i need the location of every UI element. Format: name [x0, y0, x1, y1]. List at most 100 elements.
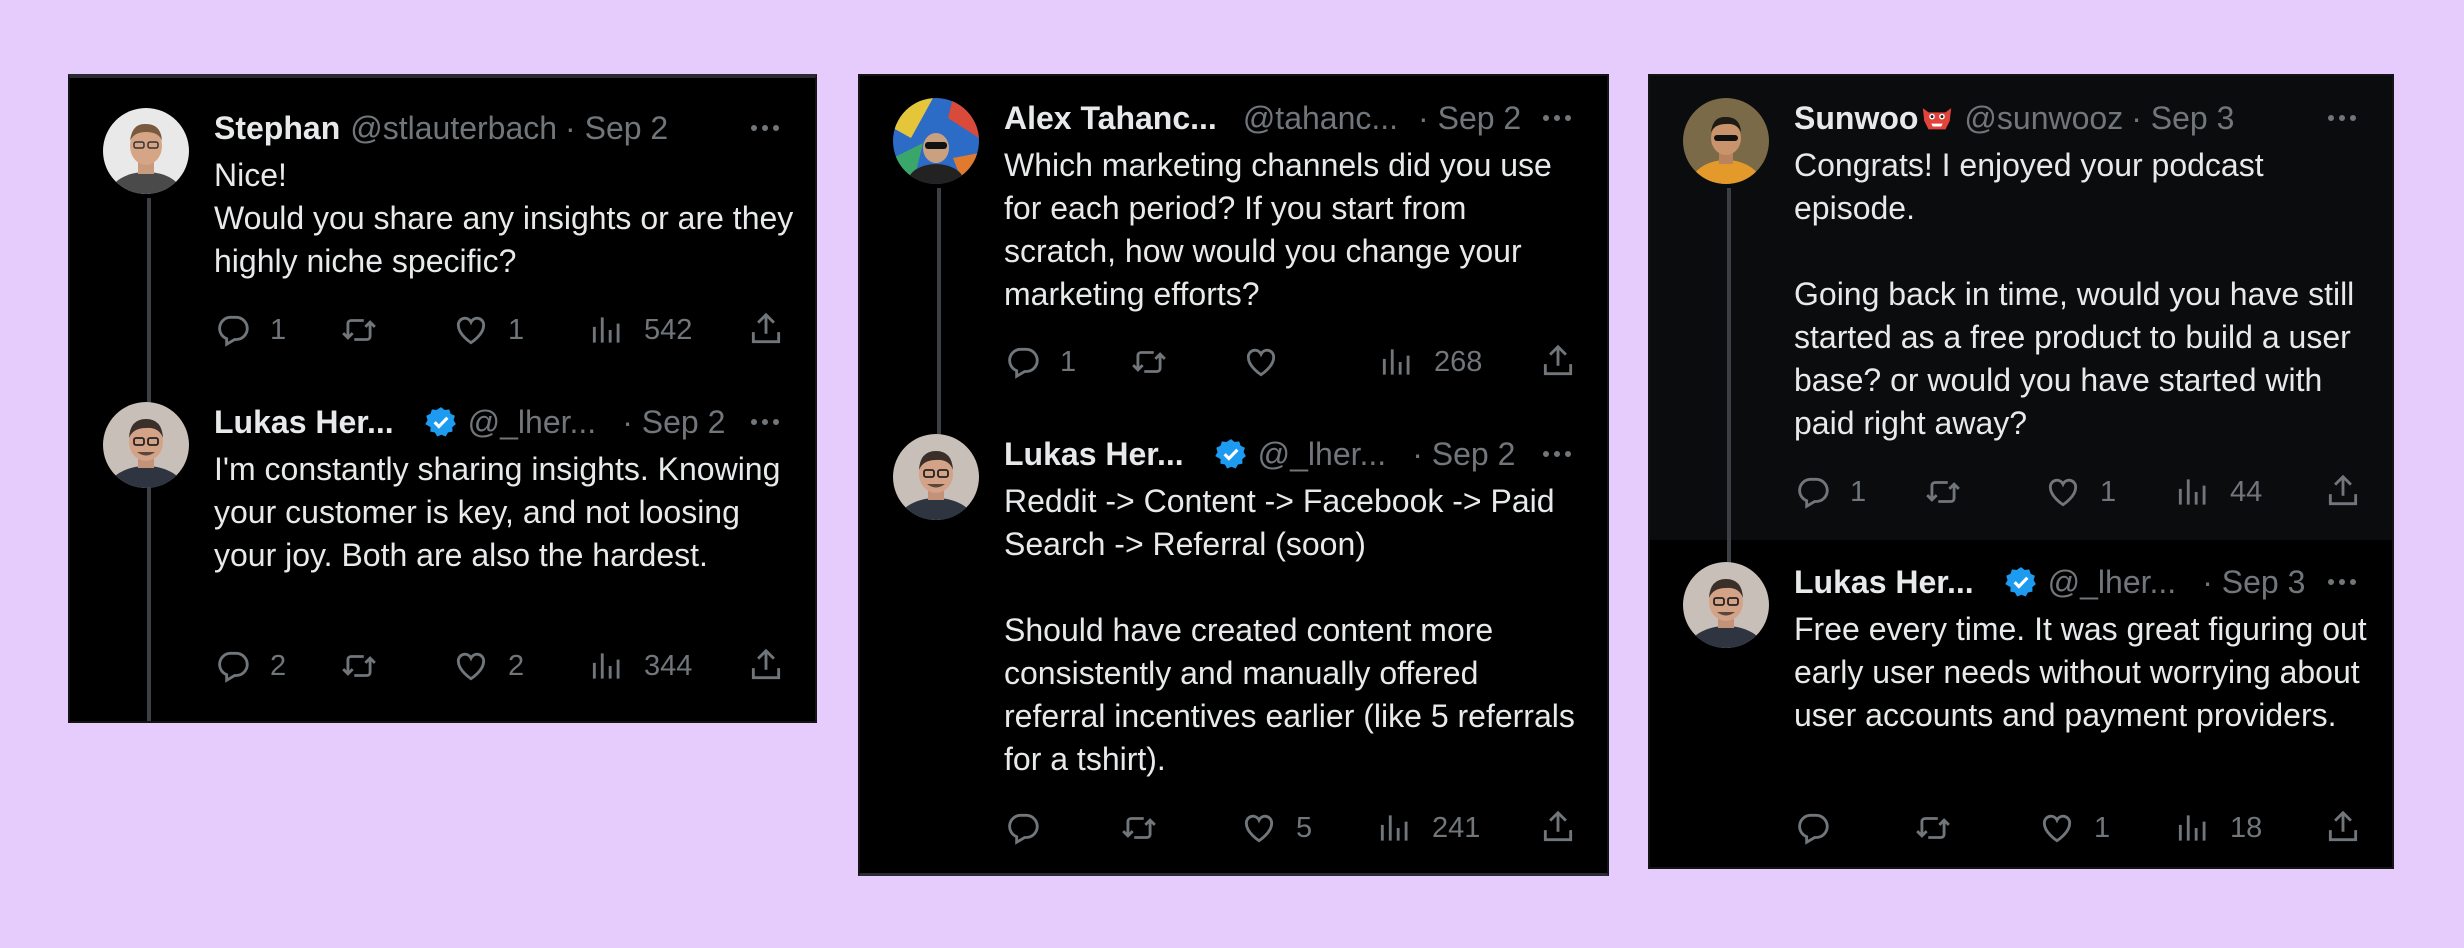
more-options-icon[interactable]: [1537, 98, 1577, 138]
like-count: 1: [508, 313, 525, 346]
share-button[interactable]: [1539, 342, 1577, 380]
tweet-text: I'm constantly sharing insights. Knowing…: [214, 451, 781, 573]
share-icon: [2328, 810, 2358, 842]
reply-button[interactable]: 1: [214, 310, 286, 350]
heart-icon: [2042, 814, 2072, 843]
like-button[interactable]: [1242, 342, 1298, 382]
like-count: 5: [1296, 811, 1313, 844]
like-count: 2: [508, 649, 525, 682]
share-icon: [2328, 474, 2358, 506]
more-options-icon[interactable]: [745, 108, 785, 148]
tweet-actions: 1 268: [1004, 342, 1577, 382]
like-count: 1: [2094, 811, 2111, 844]
like-button[interactable]: 1: [452, 310, 524, 350]
like-button[interactable]: 5: [1240, 808, 1312, 848]
like-button[interactable]: 1: [2044, 472, 2116, 512]
retweet-button[interactable]: [340, 310, 396, 350]
tweet-header: Alex Tahanc... @tahanc... · Sep 2: [1004, 98, 1577, 138]
retweet-button[interactable]: [1130, 342, 1186, 382]
heart-icon: [1246, 348, 1276, 377]
reply-button[interactable]: 1: [1794, 472, 1866, 512]
author-name[interactable]: Sunwoo: [1794, 98, 1918, 138]
heart-icon: [2048, 478, 2078, 507]
retweet-button[interactable]: [1120, 808, 1176, 848]
retweet-button[interactable]: [1924, 472, 1980, 512]
tweet-text: Reddit -> Content -> Facebook -> Paid Se…: [1004, 483, 1575, 777]
reply-button[interactable]: 1: [1004, 342, 1076, 382]
retweet-icon: [1132, 351, 1166, 373]
share-button[interactable]: [2324, 472, 2362, 510]
tweet-actions: 1 18: [1794, 808, 2362, 848]
share-button[interactable]: [747, 646, 785, 684]
retweet-icon: [342, 655, 376, 677]
tweet-date[interactable]: · Sep 3: [2131, 98, 2234, 138]
avatar[interactable]: [1683, 98, 1769, 184]
tweet-date[interactable]: · Sep 2: [565, 108, 668, 148]
author-handle[interactable]: @tahanc...: [1243, 98, 1398, 138]
more-options-icon[interactable]: [2322, 562, 2362, 602]
tweet-text: Congrats! I enjoyed your podcast episode…: [1794, 147, 2355, 441]
more-options-icon[interactable]: [1537, 434, 1577, 474]
share-button[interactable]: [747, 310, 785, 348]
tweet-thread-card: Stephan @stlauterbach · Sep 2 Nice! Woul…: [68, 74, 817, 723]
tweet-date[interactable]: · Sep 3: [2202, 562, 2305, 602]
avatar[interactable]: [1683, 562, 1769, 648]
tweet-header: Sunwoo @sunwooz · Sep 3: [1794, 98, 2362, 138]
share-icon: [1543, 344, 1573, 376]
views-button[interactable]: 241: [1376, 808, 1480, 848]
tweet-date[interactable]: · Sep 2: [1412, 434, 1515, 474]
share-button[interactable]: [2324, 808, 2362, 846]
bar-chart-icon: [592, 317, 620, 343]
verified-badge-icon: [1214, 439, 1246, 469]
author-handle[interactable]: @stlauterbach: [350, 108, 557, 148]
reply-button[interactable]: [1794, 808, 1850, 848]
more-options-icon[interactable]: [2322, 98, 2362, 138]
tweet-date[interactable]: · Sep 2: [622, 402, 725, 442]
avatar[interactable]: [103, 108, 189, 194]
bar-chart-icon: [2178, 815, 2206, 841]
retweet-button[interactable]: [1914, 808, 1970, 848]
tweet-text: Free every time. It was great figuring o…: [1794, 611, 2367, 733]
view-count: 18: [2230, 811, 2263, 844]
author-handle[interactable]: @_lher...: [1258, 434, 1387, 474]
views-button[interactable]: 542: [588, 310, 692, 350]
author-name[interactable]: Lukas Her...: [214, 402, 394, 442]
tweet-thread-card: Sunwoo @sunwooz · Sep 3 Congrats! I enjo…: [1648, 74, 2394, 869]
tweet-date[interactable]: · Sep 2: [1418, 98, 1521, 138]
reply-icon: [218, 651, 249, 683]
author-handle[interactable]: @_lher...: [468, 402, 597, 442]
heart-icon: [456, 316, 486, 345]
author-name[interactable]: Lukas Her...: [1004, 434, 1184, 474]
views-button[interactable]: 18: [2174, 808, 2262, 848]
reply-button[interactable]: [1004, 808, 1060, 848]
views-button[interactable]: 44: [2174, 472, 2262, 512]
author-handle[interactable]: @sunwooz: [1964, 98, 2123, 138]
views-button[interactable]: 268: [1378, 342, 1482, 382]
retweet-icon: [1122, 817, 1156, 839]
tweet-text: Which marketing channels did you use for…: [1004, 147, 1552, 312]
heart-icon: [1244, 814, 1274, 843]
verified-badge-icon: [424, 407, 456, 437]
avatar[interactable]: [893, 434, 979, 520]
share-button[interactable]: [1539, 808, 1577, 846]
like-button[interactable]: 2: [452, 646, 524, 686]
bar-chart-icon: [1380, 815, 1408, 841]
share-icon: [751, 312, 781, 344]
views-button[interactable]: 344: [588, 646, 692, 686]
retweet-icon: [1926, 481, 1960, 503]
avatar[interactable]: [103, 402, 189, 488]
reply-button[interactable]: 2: [214, 646, 286, 686]
author-name[interactable]: Alex Tahanc...: [1004, 98, 1217, 138]
share-icon: [751, 648, 781, 680]
reply-icon: [1008, 347, 1039, 379]
retweet-button[interactable]: [340, 646, 396, 686]
author-handle[interactable]: @_lher...: [2048, 562, 2177, 602]
avatar[interactable]: [893, 98, 979, 184]
view-count: 44: [2230, 475, 2263, 508]
view-count: 344: [644, 649, 693, 682]
author-name[interactable]: Stephan: [214, 108, 340, 148]
author-name[interactable]: Lukas Her...: [1794, 562, 1974, 602]
more-options-icon[interactable]: [745, 402, 785, 442]
reply-count: 1: [1060, 345, 1077, 378]
like-button[interactable]: 1: [2038, 808, 2110, 848]
